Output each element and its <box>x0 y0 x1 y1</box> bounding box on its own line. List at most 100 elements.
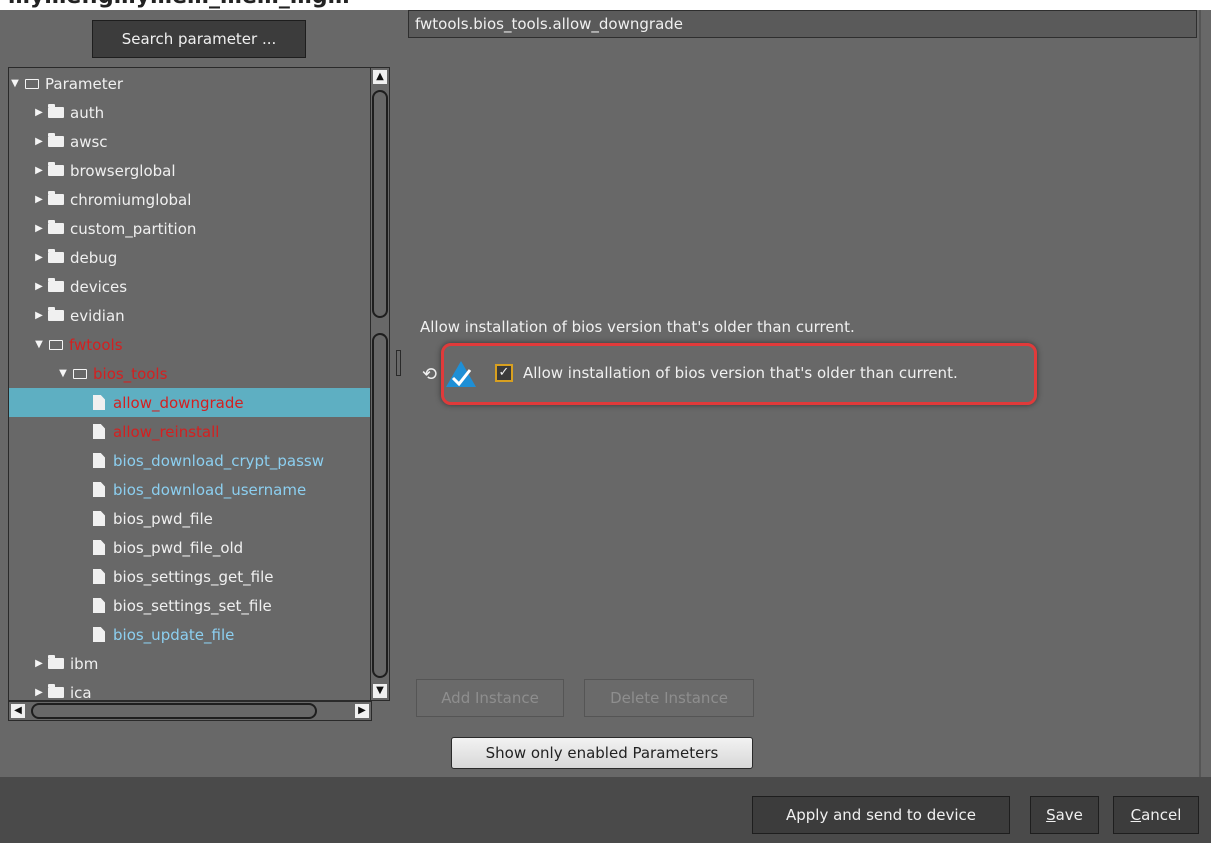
tree-item-label: Parameter <box>45 74 124 93</box>
add-instance-button[interactable]: Add Instance <box>416 679 564 717</box>
tree-parameter-item[interactable]: allow_reinstall <box>9 417 371 446</box>
parameter-tree-panel: Search parameter ... ▼ Parameter ▶ auth ▶ aws… <box>8 10 392 775</box>
tree-parameter-item[interactable]: bios_download_crypt_passw <box>9 446 371 475</box>
tree-folder-item[interactable]: ▼ fwtools <box>9 330 371 359</box>
expanded-arrow-icon[interactable]: ▼ <box>57 368 69 379</box>
window-title: …y…e..g…y…e…_…e…_…g… <box>8 0 350 9</box>
tree-parameter-item[interactable]: bios_pwd_file_old <box>9 533 371 562</box>
save-button[interactable]: Save <box>1030 796 1099 834</box>
file-icon <box>93 598 105 613</box>
tree-item-label: bios_download_username <box>113 480 307 499</box>
tree-item-label: bios_update_file <box>113 625 235 644</box>
scroll-down-arrow-icon[interactable]: ▼ <box>373 684 387 698</box>
tree-folder-item[interactable]: ▶ devices <box>9 272 371 301</box>
scroll-left-arrow-icon[interactable]: ◀ <box>11 704 25 718</box>
collapsed-arrow-icon[interactable]: ▶ <box>33 281 45 292</box>
tree-parameter-item[interactable]: bios_download_username <box>9 475 371 504</box>
save-mnemonic: S <box>1046 806 1056 824</box>
file-icon <box>93 453 105 468</box>
tree-folder-item[interactable]: ▶ evidian <box>9 301 371 330</box>
folder-icon <box>48 249 64 263</box>
file-icon <box>93 482 105 497</box>
search-parameter-button[interactable]: Search parameter ... <box>92 20 306 58</box>
tree-folder-item[interactable]: ▼ Parameter <box>9 69 371 98</box>
folder-open-icon <box>25 78 39 89</box>
tree-parameter-item[interactable]: bios_settings_set_file <box>9 591 371 620</box>
expanded-arrow-icon[interactable]: ▼ <box>33 339 45 350</box>
folder-icon <box>48 191 64 205</box>
parameter-description: Allow installation of bios version that'… <box>420 318 855 336</box>
tree-item-label: evidian <box>70 306 125 325</box>
tree-item-label: browserglobal <box>70 161 176 180</box>
file-icon <box>93 627 105 642</box>
tree-folder-item[interactable]: ▶ debug <box>9 243 371 272</box>
cancel-button[interactable]: Cancel <box>1113 796 1199 834</box>
tree-item-label: fwtools <box>69 335 123 354</box>
tree-parameter-item[interactable]: bios_update_file <box>9 620 371 649</box>
scroll-thumb[interactable] <box>372 90 388 318</box>
tree-parameter-item[interactable]: allow_downgrade <box>9 388 371 417</box>
tree-item-label: bios_download_crypt_passw <box>113 451 325 470</box>
collapsed-arrow-icon[interactable]: ▶ <box>33 658 45 669</box>
show-enabled-parameters-button[interactable]: Show only enabled Parameters <box>451 737 753 769</box>
panel-border <box>1199 10 1201 777</box>
collapsed-arrow-icon[interactable]: ▶ <box>33 687 45 698</box>
tree-item-label: bios_tools <box>93 364 168 383</box>
scroll-track[interactable] <box>372 333 388 678</box>
collapsed-arrow-icon[interactable]: ▶ <box>33 136 45 147</box>
folder-icon <box>48 684 64 698</box>
apply-send-button[interactable]: Apply and send to device <box>752 796 1010 834</box>
tree-item-label: debug <box>70 248 118 267</box>
file-icon <box>93 511 105 526</box>
file-icon <box>93 540 105 555</box>
folder-icon <box>48 133 64 147</box>
parameter-tree: ▼ Parameter ▶ auth ▶ awsc ▶ browserglobal ▶ chrom… <box>8 67 372 701</box>
hscroll-thumb[interactable] <box>31 703 317 719</box>
delete-instance-button[interactable]: Delete Instance <box>584 679 754 717</box>
file-icon <box>93 424 105 439</box>
folder-icon <box>48 104 64 118</box>
cancel-label-rest: ancel <box>1141 806 1182 824</box>
tree-item-label: bios_settings_set_file <box>113 596 272 615</box>
tree-item-label: allow_reinstall <box>113 422 220 441</box>
collapsed-arrow-icon[interactable]: ▶ <box>33 194 45 205</box>
collapsed-arrow-icon[interactable]: ▶ <box>33 252 45 263</box>
scroll-right-arrow-icon[interactable]: ▶ <box>355 704 369 718</box>
panel-splitter-handle[interactable] <box>396 350 401 376</box>
tree-folder-item[interactable]: ▶ ibm <box>9 649 371 678</box>
tree-item-label: awsc <box>70 132 108 151</box>
folder-icon <box>48 278 64 292</box>
tree-parameter-item[interactable]: bios_settings_get_file <box>9 562 371 591</box>
save-label-rest: ave <box>1055 806 1083 824</box>
tree-horizontal-scrollbar[interactable]: ◀ ▶ <box>8 701 372 721</box>
tree-vertical-scrollbar[interactable]: ▲ ▼ <box>370 67 390 701</box>
tree-parameter-item[interactable]: bios_pwd_file <box>9 504 371 533</box>
folder-icon <box>48 162 64 176</box>
collapsed-arrow-icon[interactable]: ▶ <box>33 223 45 234</box>
dialog-footer: Apply and send to device Save Cancel <box>0 777 1211 843</box>
tree-item-label: auth <box>70 103 105 122</box>
tree-item-label: bios_settings_get_file <box>113 567 274 586</box>
collapsed-arrow-icon[interactable]: ▶ <box>33 310 45 321</box>
tree-item-label: custom_partition <box>70 219 197 238</box>
collapsed-arrow-icon[interactable]: ▶ <box>33 107 45 118</box>
expanded-arrow-icon[interactable]: ▼ <box>9 78 21 89</box>
tree-item-label: chromiumglobal <box>70 190 192 209</box>
tree-folder-item[interactable]: ▶ awsc <box>9 127 371 156</box>
tree-item-label: devices <box>70 277 128 296</box>
tree-folder-item[interactable]: ▶ browserglobal <box>9 156 371 185</box>
parameter-path-field[interactable]: fwtools.bios_tools.allow_downgrade <box>408 10 1197 38</box>
tree-folder-item[interactable]: ▶ auth <box>9 98 371 127</box>
collapsed-arrow-icon[interactable]: ▶ <box>33 165 45 176</box>
folder-icon <box>48 307 64 321</box>
scroll-up-arrow-icon[interactable]: ▲ <box>373 70 387 84</box>
tree-folder-item[interactable]: ▶ ica <box>9 678 371 701</box>
tree-item-label: allow_downgrade <box>113 393 244 412</box>
file-icon <box>93 569 105 584</box>
tree-folder-item[interactable]: ▶ custom_partition <box>9 214 371 243</box>
tree-item-label: ica <box>70 683 92 701</box>
tree-folder-item[interactable]: ▶ chromiumglobal <box>9 185 371 214</box>
folder-icon <box>48 220 64 234</box>
tree-folder-item[interactable]: ▼ bios_tools <box>9 359 371 388</box>
tree-item-label: ibm <box>70 654 99 673</box>
